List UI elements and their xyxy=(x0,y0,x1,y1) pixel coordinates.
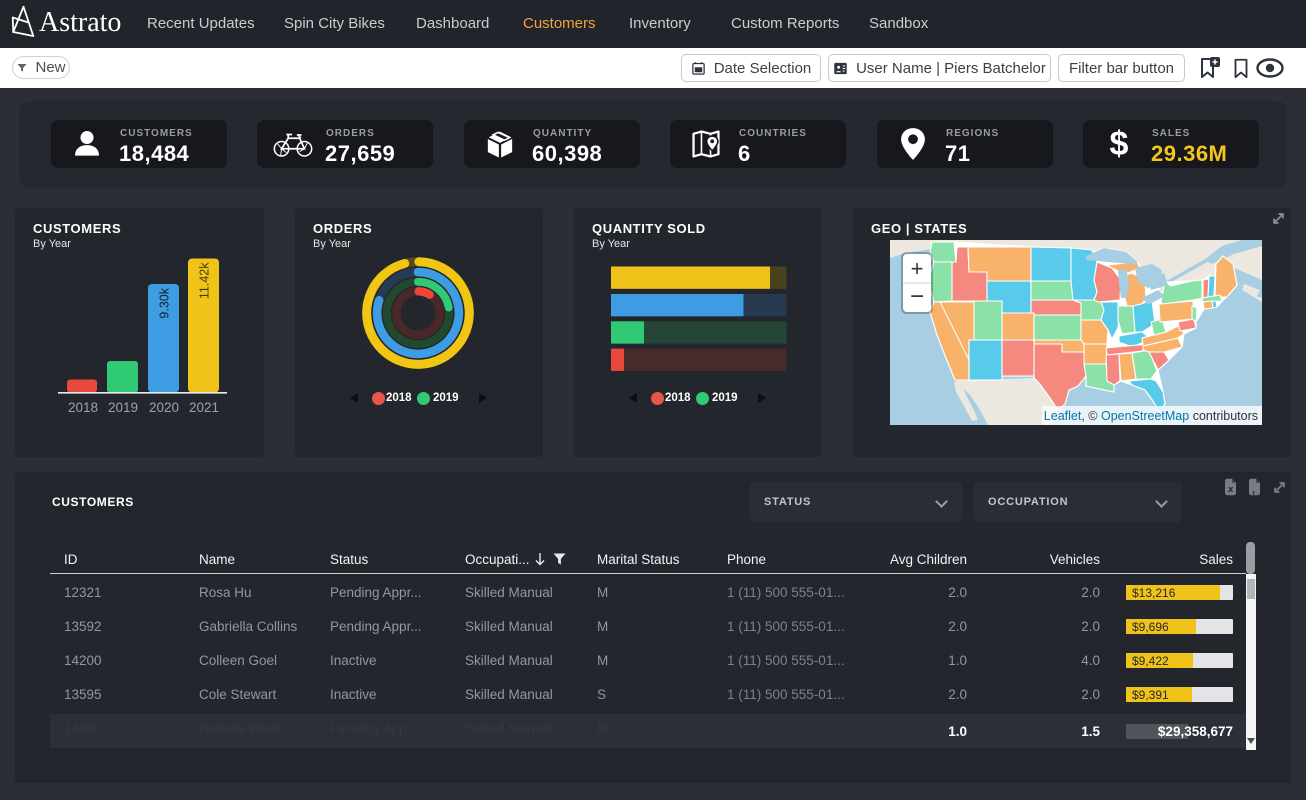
svg-text:9.30k: 9.30k xyxy=(158,287,172,318)
svg-text:x: x xyxy=(1228,484,1234,495)
svg-text:2019: 2019 xyxy=(108,400,138,415)
svg-text:,: , xyxy=(1252,482,1255,496)
svg-text:11.42k: 11.42k xyxy=(198,262,212,299)
svg-text:Leaflet, © OpenStreetMap contr: Leaflet, © OpenStreetMap contributors xyxy=(1044,409,1258,423)
svg-text:2020: 2020 xyxy=(149,400,179,415)
svg-text:+: + xyxy=(911,256,924,281)
svg-text:2021: 2021 xyxy=(189,400,219,415)
svg-text:2018: 2018 xyxy=(68,400,98,415)
svg-text:−: − xyxy=(910,283,924,310)
